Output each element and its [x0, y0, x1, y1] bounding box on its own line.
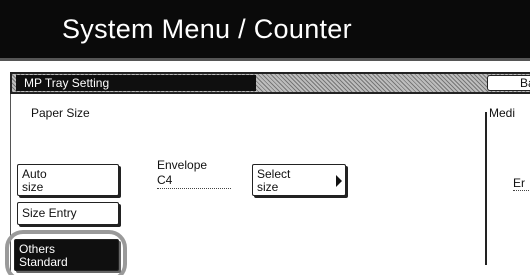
section-divider [485, 112, 487, 265]
back-button-label: Ba [520, 76, 530, 90]
back-button[interactable]: Ba [487, 75, 530, 91]
size-entry-label: Size Entry [22, 206, 77, 220]
sub-header-bar: MP Tray Setting Ba [10, 72, 530, 94]
select-size-line2: size [257, 180, 279, 194]
auto-size-line2: size [22, 180, 44, 194]
auto-size-button[interactable]: Auto size [17, 164, 119, 196]
section-title: MP Tray Setting [16, 75, 256, 91]
title-bar: System Menu / Counter [0, 0, 530, 61]
envelope-label: Envelope [157, 158, 208, 172]
select-size-button[interactable]: Select size [252, 164, 346, 196]
arrow-right-icon [336, 175, 342, 187]
others-standard-button[interactable]: Others Standard [14, 239, 119, 271]
others-line2: Standard [19, 255, 68, 269]
paper-size-label: Paper Size [31, 106, 90, 120]
page-title: System Menu / Counter [62, 14, 352, 44]
media-type-label: Medi [489, 106, 516, 120]
media-value-fragment: Er [513, 176, 530, 191]
envelope-value: C4 [157, 173, 231, 189]
size-entry-button[interactable]: Size Entry [17, 202, 119, 225]
